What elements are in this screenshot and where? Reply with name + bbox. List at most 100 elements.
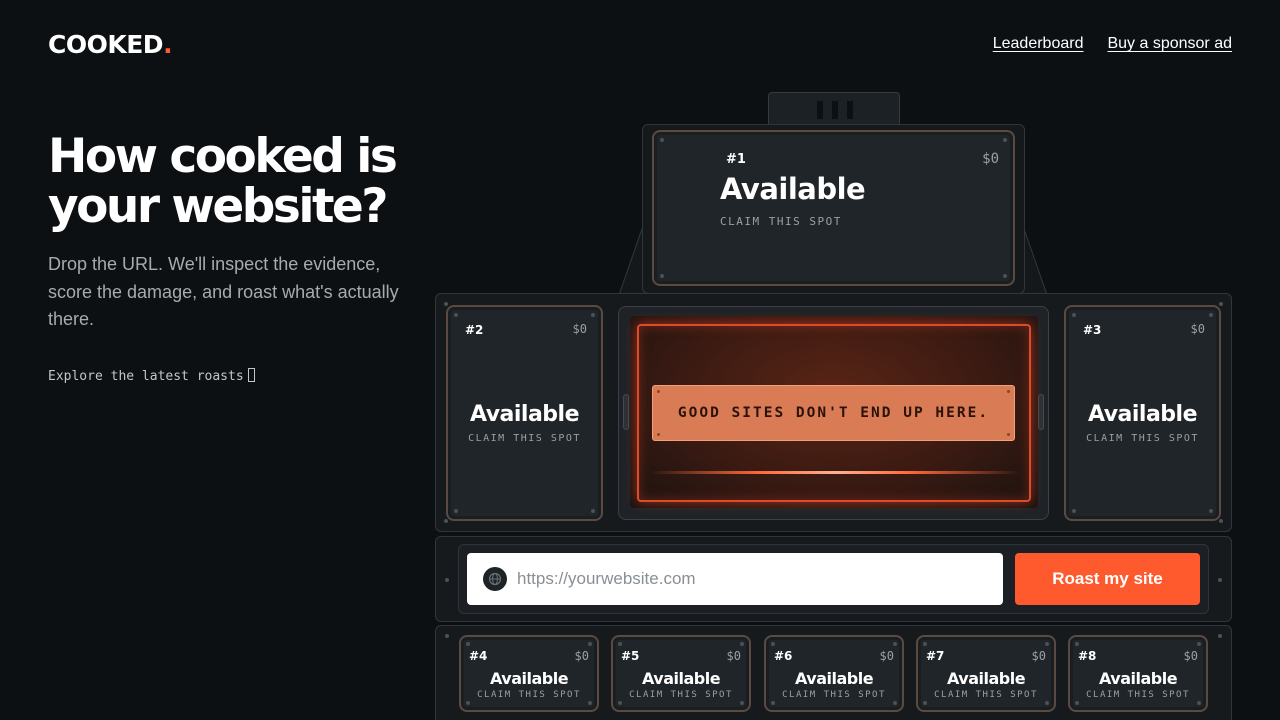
url-placeholder: https://yourwebsite.com xyxy=(517,569,696,588)
screw xyxy=(466,642,470,646)
slot-price: $0 xyxy=(982,151,999,167)
slot-price: $0 xyxy=(726,649,741,663)
slot-title: Available xyxy=(469,402,580,427)
slot-rank: #8 xyxy=(1078,649,1097,663)
screw xyxy=(618,701,622,705)
slot-claim: CLAIM THIS SPOT xyxy=(720,215,842,228)
sponsor-slot-7[interactable]: #7 $0 Available CLAIM THIS SPOT xyxy=(916,635,1056,712)
screw xyxy=(454,313,458,317)
slot-price: $0 xyxy=(572,322,587,336)
slot-price: $0 xyxy=(1190,322,1205,336)
screw xyxy=(657,390,660,393)
screen-knob xyxy=(1038,394,1044,430)
sponsor-slot-3[interactable]: #3 $0 Available CLAIM THIS SPOT xyxy=(1064,305,1221,521)
screw xyxy=(444,302,448,306)
screw xyxy=(1218,578,1222,582)
url-input[interactable]: https://yourwebsite.com xyxy=(467,553,1003,605)
sponsor-slot-4[interactable]: #4 $0 Available CLAIM THIS SPOT xyxy=(459,635,599,712)
screw xyxy=(893,642,897,646)
hero-title: How cooked is your website? xyxy=(48,129,398,234)
slot-title: Available xyxy=(794,669,874,688)
slot-price: $0 xyxy=(879,649,894,663)
slot-claim: CLAIM THIS SPOT xyxy=(1086,433,1199,444)
screw xyxy=(445,634,449,638)
screw xyxy=(1003,274,1007,278)
slot-rank: #1 xyxy=(726,152,746,167)
slot-claim: CLAIM THIS SPOT xyxy=(629,690,733,700)
handle-grip xyxy=(847,101,853,119)
screw xyxy=(740,701,744,705)
screw xyxy=(771,701,775,705)
screw xyxy=(657,433,660,436)
screw xyxy=(1209,509,1213,513)
screw xyxy=(660,138,664,142)
screen-glow-line xyxy=(650,471,1020,474)
screw xyxy=(771,642,775,646)
slot-title: Available xyxy=(489,669,569,688)
screw xyxy=(660,274,664,278)
screw xyxy=(923,642,927,646)
screw xyxy=(1219,519,1223,523)
sponsor-slot-1[interactable]: #1 $0 Available CLAIM THIS SPOT xyxy=(652,130,1015,286)
screw xyxy=(1219,302,1223,306)
screw xyxy=(1075,642,1079,646)
screw xyxy=(591,509,595,513)
sponsor-slot-6[interactable]: #6 $0 Available CLAIM THIS SPOT xyxy=(764,635,904,712)
screw xyxy=(588,642,592,646)
screw xyxy=(618,642,622,646)
explore-roasts-link[interactable]: Explore the latest roasts xyxy=(48,368,255,384)
screw xyxy=(893,701,897,705)
nav-leaderboard-link[interactable]: Leaderboard xyxy=(993,35,1084,53)
slot-title: Available xyxy=(1087,402,1198,427)
screw xyxy=(923,701,927,705)
screw xyxy=(588,701,592,705)
screw xyxy=(454,509,458,513)
slot-rank: #7 xyxy=(926,649,945,663)
screw xyxy=(1218,634,1222,638)
screw xyxy=(1197,701,1201,705)
screw xyxy=(1072,313,1076,317)
screw xyxy=(1075,701,1079,705)
slot-title: Available xyxy=(720,172,866,206)
logo-dot: . xyxy=(163,30,173,59)
slot-title: Available xyxy=(641,669,721,688)
slot-claim: CLAIM THIS SPOT xyxy=(477,690,581,700)
slot-claim: CLAIM THIS SPOT xyxy=(468,433,581,444)
cursor-box-icon xyxy=(247,368,255,382)
roast-button[interactable]: Roast my site xyxy=(1015,553,1200,605)
handle-grip xyxy=(817,101,823,119)
screw xyxy=(466,701,470,705)
slot-rank: #2 xyxy=(465,323,484,337)
slot-price: $0 xyxy=(1183,649,1198,663)
machine-handle xyxy=(768,92,900,128)
slot-rank: #5 xyxy=(621,649,640,663)
slot-price: $0 xyxy=(574,649,589,663)
explore-roasts-label: Explore the latest roasts xyxy=(48,369,244,384)
screen-knob xyxy=(623,394,629,430)
screw xyxy=(1045,642,1049,646)
screw xyxy=(445,578,449,582)
slot-price: $0 xyxy=(1031,649,1046,663)
sponsor-slot-8[interactable]: #8 $0 Available CLAIM THIS SPOT xyxy=(1068,635,1208,712)
screw xyxy=(1197,642,1201,646)
slot-claim: CLAIM THIS SPOT xyxy=(782,690,886,700)
screw xyxy=(1007,390,1010,393)
slot-rank: #4 xyxy=(469,649,488,663)
screw xyxy=(591,313,595,317)
hero-subtitle: Drop the URL. We'll inspect the evidence… xyxy=(48,254,399,329)
slot-claim: CLAIM THIS SPOT xyxy=(1086,690,1190,700)
sponsor-slot-5[interactable]: #5 $0 Available CLAIM THIS SPOT xyxy=(611,635,751,712)
screw xyxy=(1003,138,1007,142)
screw xyxy=(1007,433,1010,436)
sponsor-slot-2[interactable]: #2 $0 Available CLAIM THIS SPOT xyxy=(446,305,603,521)
logo[interactable]: COOKED. xyxy=(48,30,173,59)
screen-message: GOOD SITES DON'T END UP HERE. xyxy=(677,405,990,421)
slot-rank: #6 xyxy=(774,649,793,663)
screw xyxy=(1072,509,1076,513)
handle-grip xyxy=(832,101,838,119)
slot-title: Available xyxy=(1098,669,1178,688)
nav-sponsor-link[interactable]: Buy a sponsor ad xyxy=(1107,35,1232,53)
screw xyxy=(1209,313,1213,317)
slot-claim: CLAIM THIS SPOT xyxy=(934,690,1038,700)
logo-text: COOKED xyxy=(48,30,164,59)
